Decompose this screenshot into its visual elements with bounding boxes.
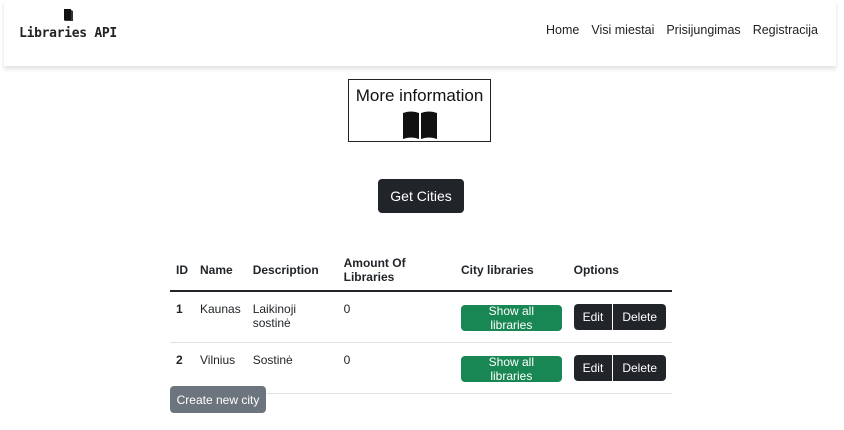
city-library-count: 0 — [337, 342, 456, 394]
delete-button[interactable]: Delete — [613, 355, 666, 381]
options-group: Edit Delete — [573, 355, 666, 381]
nav-links: Home Visi miestai Prisijungimas Registra… — [546, 23, 818, 37]
city-library-count: 0 — [337, 291, 456, 343]
more-information-box[interactable]: More information — [348, 79, 491, 142]
table-row: 1 Kaunas Laikinoji sostinė 0 Show all li… — [170, 291, 672, 343]
nav-home[interactable]: Home — [546, 23, 579, 37]
navbar: Libraries API Home Visi miestai Prisijun… — [4, 0, 836, 66]
table-header-row: ID Name Description Amount Of Libraries … — [170, 250, 672, 292]
cities-table: ID Name Description Amount Of Libraries … — [170, 250, 672, 394]
nav-register[interactable]: Registracija — [753, 23, 818, 37]
more-information-title: More information — [355, 86, 484, 105]
delete-button[interactable]: Delete — [613, 304, 666, 330]
book-icon — [64, 9, 73, 21]
city-name: Kaunas — [194, 291, 247, 343]
column-header-city-libraries: City libraries — [455, 250, 568, 292]
show-all-libraries-button[interactable]: Show all libraries — [461, 355, 562, 383]
get-cities-button[interactable]: Get Cities — [378, 179, 464, 213]
nav-cities[interactable]: Visi miestai — [591, 23, 654, 37]
edit-button[interactable]: Edit — [573, 355, 613, 381]
column-header-description: Description — [246, 250, 338, 292]
nav-login[interactable]: Prisijungimas — [666, 23, 740, 37]
brand-name: Libraries API — [19, 26, 117, 41]
city-id: 1 — [170, 291, 194, 343]
column-header-id: ID — [170, 250, 194, 292]
options-cell: Edit Delete — [567, 291, 672, 343]
edit-button[interactable]: Edit — [573, 304, 613, 330]
city-description: Laikinoji sostinė — [246, 291, 338, 343]
open-book-icon — [402, 111, 437, 139]
column-header-options: Options — [567, 250, 672, 292]
create-new-city-button[interactable]: Create new city — [170, 386, 266, 413]
city-libraries-cell: Show all libraries — [455, 342, 568, 394]
column-header-amount: Amount Of Libraries — [337, 250, 456, 292]
brand-logo[interactable]: Libraries API — [18, 8, 118, 41]
options-group: Edit Delete — [573, 304, 666, 330]
city-libraries-cell: Show all libraries — [455, 291, 568, 343]
options-cell: Edit Delete — [567, 342, 672, 394]
show-all-libraries-button[interactable]: Show all libraries — [461, 304, 562, 332]
column-header-name: Name — [194, 250, 247, 292]
